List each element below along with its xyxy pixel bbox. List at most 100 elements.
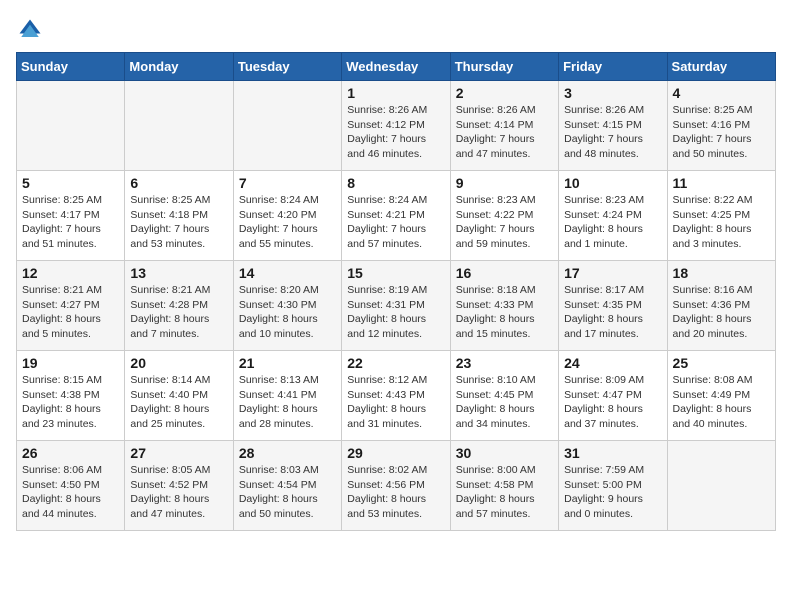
day-cell: 11Sunrise: 8:22 AM Sunset: 4:25 PM Dayli… [667, 171, 775, 261]
day-cell: 26 Sunrise: 8:06 AM Sunset: 4:50 PM Dayli… [17, 441, 125, 531]
day-cell: 14 Sunrise: 8:20 AM Sunset: 4:30 PM Dayli… [233, 261, 341, 351]
day-number: 24 [564, 355, 661, 371]
day-info: Sunrise: 8:15 AM Sunset: 4:38 PM Dayligh… [22, 373, 119, 432]
logo [16, 16, 48, 44]
week-row-2: 12 Sunrise: 8:21 AM Sunset: 4:27 PM Dayli… [17, 261, 776, 351]
day-info: Sunrise: 8:26 AM Sunset: 4:14 PM Dayligh… [456, 103, 553, 162]
day-cell: 27 Sunrise: 8:05 AM Sunset: 4:52 PM Dayli… [125, 441, 233, 531]
header-day-sunday: Sunday [17, 53, 125, 81]
day-number: 27 [130, 445, 227, 461]
day-cell: 15Sunrise: 8:19 AM Sunset: 4:31 PM Dayli… [342, 261, 450, 351]
day-cell: 12 Sunrise: 8:21 AM Sunset: 4:27 PM Dayli… [17, 261, 125, 351]
day-number: 5 [22, 175, 119, 191]
day-number: 23 [456, 355, 553, 371]
day-info: Sunrise: 8:25 AM Sunset: 4:16 PM Dayligh… [673, 103, 770, 162]
day-cell: 28Sunrise: 8:03 AM Sunset: 4:54 PM Dayli… [233, 441, 341, 531]
day-cell: 24 Sunrise: 8:09 AM Sunset: 4:47 PM Dayli… [559, 351, 667, 441]
day-number: 19 [22, 355, 119, 371]
calendar-table: SundayMondayTuesdayWednesdayThursdayFrid… [16, 52, 776, 531]
day-number: 8 [347, 175, 444, 191]
day-info: Sunrise: 8:06 AM Sunset: 4:50 PM Dayligh… [22, 463, 119, 522]
day-cell [667, 441, 775, 531]
day-info: Sunrise: 8:14 AM Sunset: 4:40 PM Dayligh… [130, 373, 227, 432]
day-cell: 29Sunrise: 8:02 AM Sunset: 4:56 PM Dayli… [342, 441, 450, 531]
day-info: Sunrise: 8:21 AM Sunset: 4:28 PM Dayligh… [130, 283, 227, 342]
day-number: 18 [673, 265, 770, 281]
header-day-monday: Monday [125, 53, 233, 81]
day-info: Sunrise: 8:26 AM Sunset: 4:15 PM Dayligh… [564, 103, 661, 162]
day-cell: 18 Sunrise: 8:16 AM Sunset: 4:36 PM Dayli… [667, 261, 775, 351]
day-info: Sunrise: 8:24 AM Sunset: 4:20 PM Dayligh… [239, 193, 336, 252]
day-info: Sunrise: 8:17 AM Sunset: 4:35 PM Dayligh… [564, 283, 661, 342]
day-number: 1 [347, 85, 444, 101]
day-info: Sunrise: 8:00 AM Sunset: 4:58 PM Dayligh… [456, 463, 553, 522]
day-cell: 17 Sunrise: 8:17 AM Sunset: 4:35 PM Dayli… [559, 261, 667, 351]
day-cell: 30 Sunrise: 8:00 AM Sunset: 4:58 PM Dayli… [450, 441, 558, 531]
day-cell: 7 Sunrise: 8:24 AM Sunset: 4:20 PM Daylig… [233, 171, 341, 261]
day-cell [17, 81, 125, 171]
logo-icon [16, 16, 44, 44]
day-info: Sunrise: 8:13 AM Sunset: 4:41 PM Dayligh… [239, 373, 336, 432]
day-cell: 2 Sunrise: 8:26 AM Sunset: 4:14 PM Daylig… [450, 81, 558, 171]
calendar-header: SundayMondayTuesdayWednesdayThursdayFrid… [17, 53, 776, 81]
day-number: 20 [130, 355, 227, 371]
header-day-wednesday: Wednesday [342, 53, 450, 81]
day-number: 6 [130, 175, 227, 191]
day-number: 30 [456, 445, 553, 461]
day-cell: 10Sunrise: 8:23 AM Sunset: 4:24 PM Dayli… [559, 171, 667, 261]
day-info: Sunrise: 8:24 AM Sunset: 4:21 PM Dayligh… [347, 193, 444, 252]
day-cell: 20 Sunrise: 8:14 AM Sunset: 4:40 PM Dayli… [125, 351, 233, 441]
day-info: Sunrise: 8:20 AM Sunset: 4:30 PM Dayligh… [239, 283, 336, 342]
day-info: Sunrise: 8:25 AM Sunset: 4:18 PM Dayligh… [130, 193, 227, 252]
day-number: 12 [22, 265, 119, 281]
day-number: 28 [239, 445, 336, 461]
day-number: 2 [456, 85, 553, 101]
day-number: 13 [130, 265, 227, 281]
day-cell [233, 81, 341, 171]
day-number: 31 [564, 445, 661, 461]
day-number: 22 [347, 355, 444, 371]
day-number: 15 [347, 265, 444, 281]
day-number: 7 [239, 175, 336, 191]
day-info: Sunrise: 7:59 AM Sunset: 5:00 PM Dayligh… [564, 463, 661, 522]
day-info: Sunrise: 8:05 AM Sunset: 4:52 PM Dayligh… [130, 463, 227, 522]
day-number: 25 [673, 355, 770, 371]
header-day-tuesday: Tuesday [233, 53, 341, 81]
day-cell: 8 Sunrise: 8:24 AM Sunset: 4:21 PM Daylig… [342, 171, 450, 261]
day-cell [125, 81, 233, 171]
day-info: Sunrise: 8:16 AM Sunset: 4:36 PM Dayligh… [673, 283, 770, 342]
header-row: SundayMondayTuesdayWednesdayThursdayFrid… [17, 53, 776, 81]
day-number: 14 [239, 265, 336, 281]
day-info: Sunrise: 8:23 AM Sunset: 4:22 PM Dayligh… [456, 193, 553, 252]
day-cell: 1 Sunrise: 8:26 AM Sunset: 4:12 PM Daylig… [342, 81, 450, 171]
day-number: 16 [456, 265, 553, 281]
day-info: Sunrise: 8:08 AM Sunset: 4:49 PM Dayligh… [673, 373, 770, 432]
day-info: Sunrise: 8:25 AM Sunset: 4:17 PM Dayligh… [22, 193, 119, 252]
day-info: Sunrise: 8:26 AM Sunset: 4:12 PM Dayligh… [347, 103, 444, 162]
day-cell: 16 Sunrise: 8:18 AM Sunset: 4:33 PM Dayli… [450, 261, 558, 351]
day-info: Sunrise: 8:10 AM Sunset: 4:45 PM Dayligh… [456, 373, 553, 432]
header-day-saturday: Saturday [667, 53, 775, 81]
day-cell: 22 Sunrise: 8:12 AM Sunset: 4:43 PM Dayli… [342, 351, 450, 441]
day-cell: 31 Sunrise: 7:59 AM Sunset: 5:00 PM Dayli… [559, 441, 667, 531]
day-cell: 4 Sunrise: 8:25 AM Sunset: 4:16 PM Daylig… [667, 81, 775, 171]
day-number: 21 [239, 355, 336, 371]
day-cell: 25 Sunrise: 8:08 AM Sunset: 4:49 PM Dayli… [667, 351, 775, 441]
day-number: 3 [564, 85, 661, 101]
day-cell: 5 Sunrise: 8:25 AM Sunset: 4:17 PM Daylig… [17, 171, 125, 261]
day-number: 17 [564, 265, 661, 281]
day-info: Sunrise: 8:21 AM Sunset: 4:27 PM Dayligh… [22, 283, 119, 342]
day-info: Sunrise: 8:09 AM Sunset: 4:47 PM Dayligh… [564, 373, 661, 432]
day-number: 26 [22, 445, 119, 461]
day-number: 4 [673, 85, 770, 101]
day-number: 29 [347, 445, 444, 461]
week-row-0: 1 Sunrise: 8:26 AM Sunset: 4:12 PM Daylig… [17, 81, 776, 171]
day-cell: 19 Sunrise: 8:15 AM Sunset: 4:38 PM Dayli… [17, 351, 125, 441]
header-day-thursday: Thursday [450, 53, 558, 81]
week-row-1: 5 Sunrise: 8:25 AM Sunset: 4:17 PM Daylig… [17, 171, 776, 261]
header-day-friday: Friday [559, 53, 667, 81]
day-info: Sunrise: 8:12 AM Sunset: 4:43 PM Dayligh… [347, 373, 444, 432]
day-cell: 6 Sunrise: 8:25 AM Sunset: 4:18 PM Daylig… [125, 171, 233, 261]
day-info: Sunrise: 8:18 AM Sunset: 4:33 PM Dayligh… [456, 283, 553, 342]
day-cell: 23 Sunrise: 8:10 AM Sunset: 4:45 PM Dayli… [450, 351, 558, 441]
